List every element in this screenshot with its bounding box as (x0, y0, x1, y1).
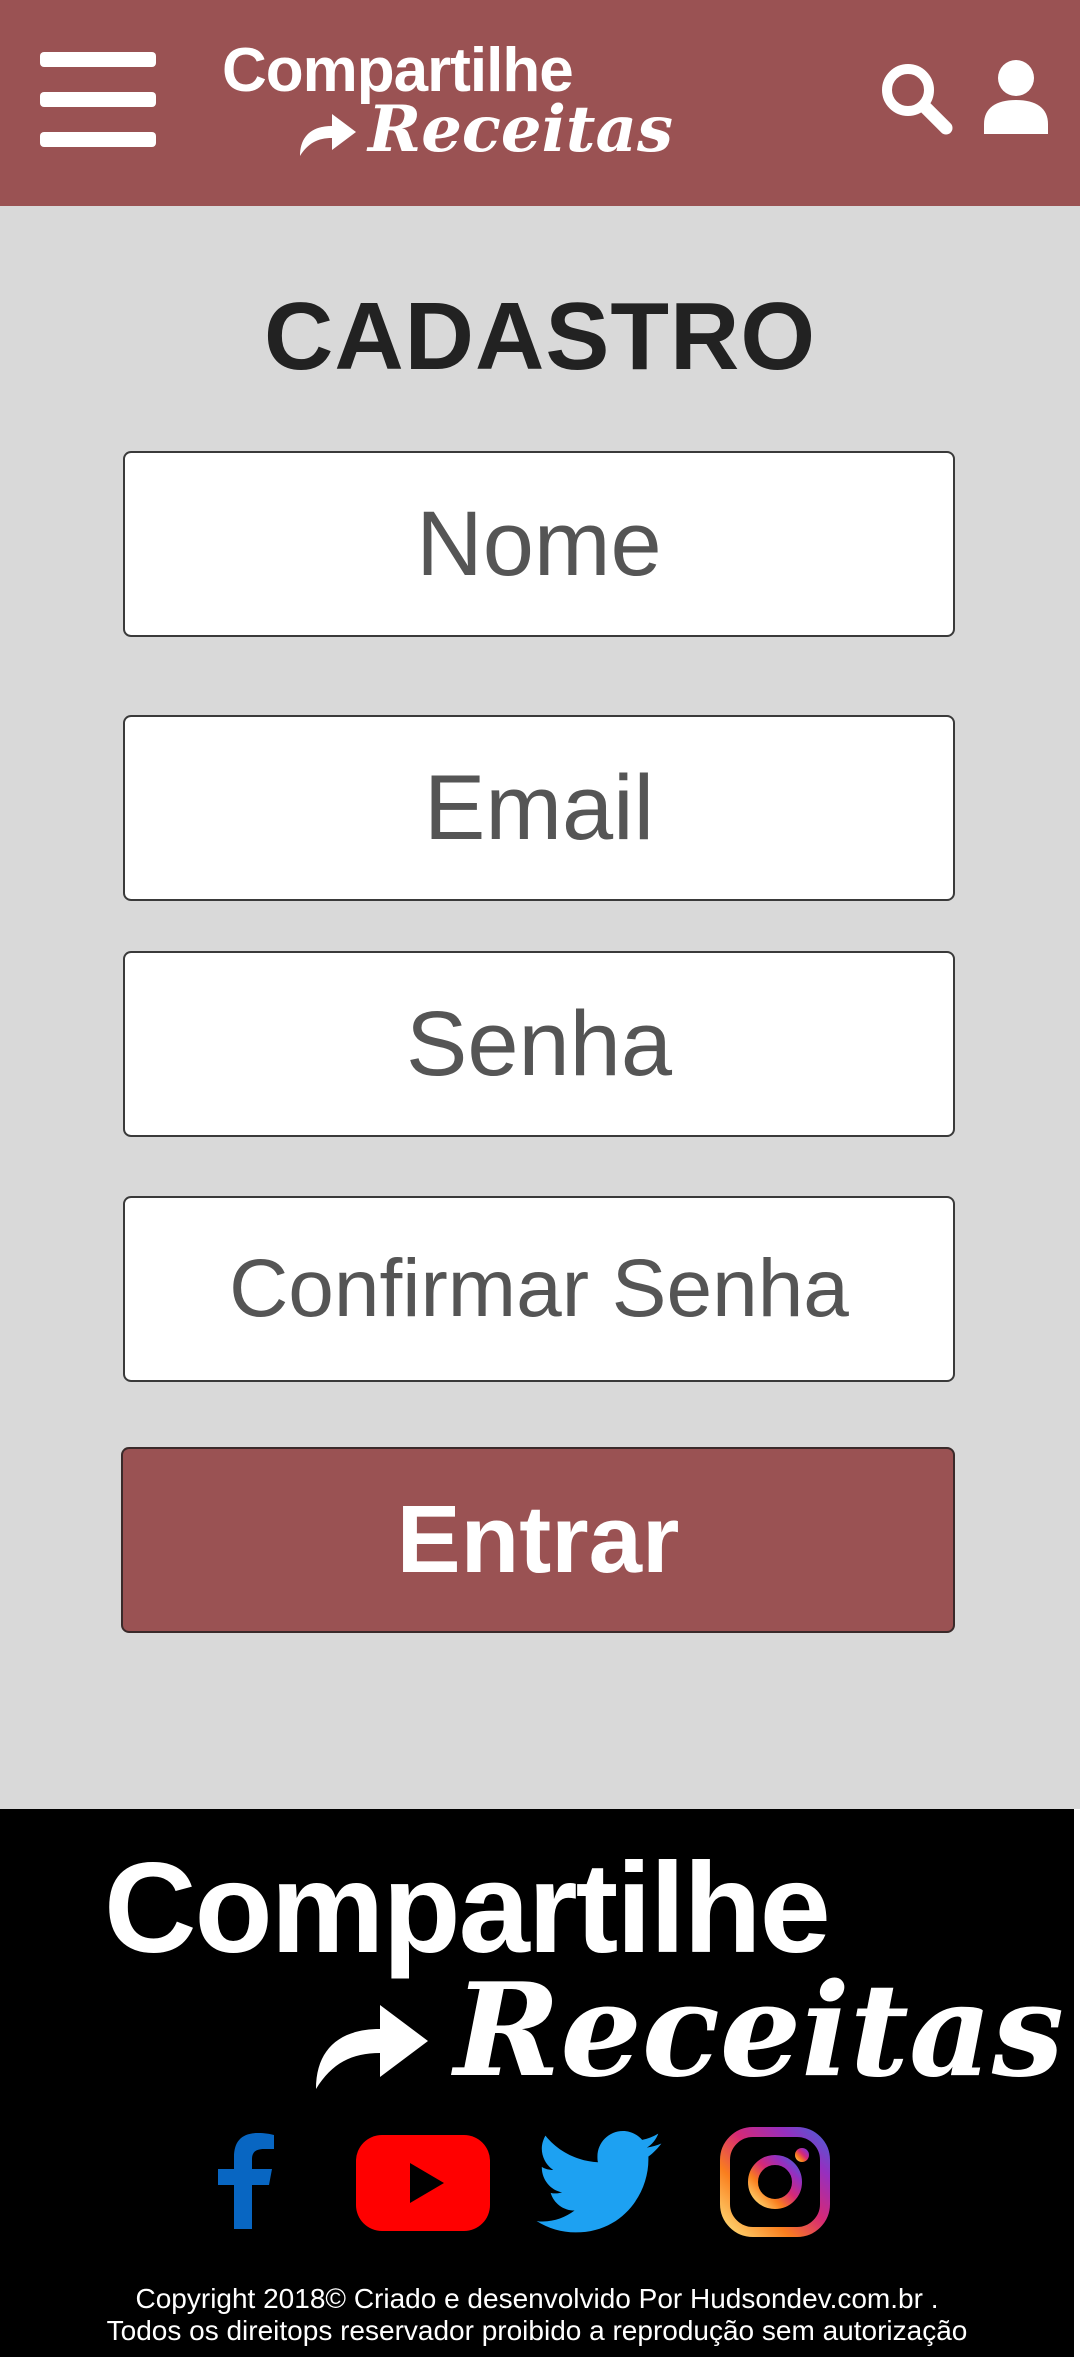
share-arrow-icon (300, 114, 356, 156)
name-field[interactable] (123, 451, 955, 637)
youtube-icon[interactable] (356, 2135, 490, 2231)
password-field[interactable] (123, 951, 955, 1137)
footer-edge (1074, 1809, 1080, 2357)
submit-button[interactable]: Entrar (121, 1447, 955, 1633)
page-title: CADASTRO (264, 283, 816, 390)
copyright-line2: Todos os direitops reservador proibido a… (106, 2315, 968, 2346)
header-logo[interactable]: Compartilhe Receitas (222, 36, 673, 166)
email-field[interactable] (123, 715, 955, 901)
copyright-line1: Copyright 2018© Criado e desenvolvido Po… (135, 2283, 939, 2314)
instagram-icon[interactable] (720, 2127, 830, 2237)
header-bar: Compartilhe Receitas (0, 0, 1080, 206)
footer-logo-line2: Receitas (454, 1956, 1064, 2106)
facebook-icon[interactable] (212, 2129, 280, 2229)
user-icon[interactable] (982, 58, 1050, 134)
share-arrow-icon (316, 2005, 428, 2089)
search-icon[interactable] (878, 60, 954, 136)
confirm-password-field[interactable] (123, 1196, 955, 1382)
logo-line2: Receitas (368, 92, 673, 167)
footer: Compartilhe Receitas Copyright 2018© Cri… (0, 1809, 1074, 2357)
footer-logo: Compartilhe Receitas (104, 1839, 1064, 2102)
copyright-text: Copyright 2018© Criado e desenvolvido Po… (0, 2283, 1074, 2347)
twitter-icon[interactable] (536, 2131, 662, 2235)
hamburger-menu-icon[interactable] (40, 50, 156, 150)
